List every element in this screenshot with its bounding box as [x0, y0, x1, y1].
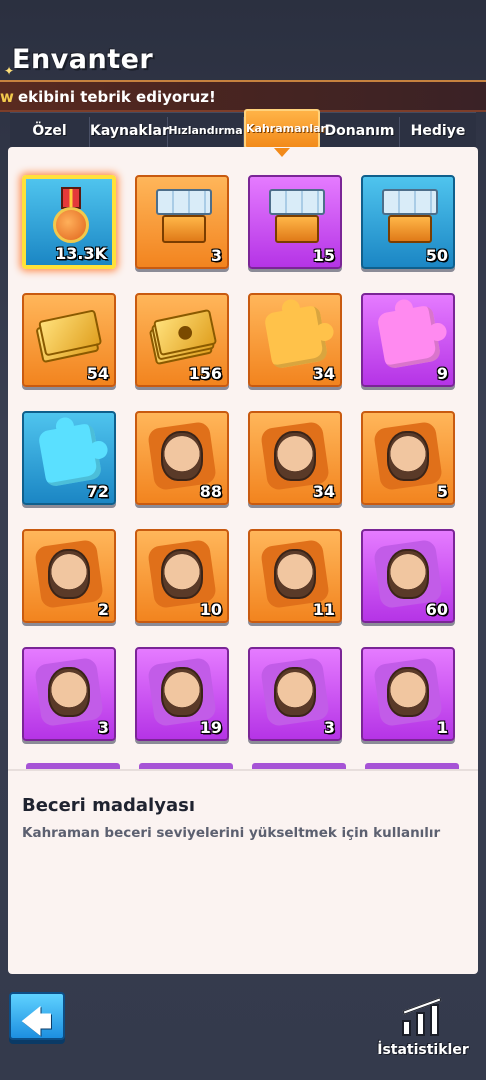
item-count: 54 [86, 364, 109, 383]
inventory-item[interactable]: 9 [361, 293, 455, 387]
back-button[interactable]: 🡄 [9, 992, 65, 1040]
hero-portrait-icon [274, 431, 316, 481]
tab-hizlandirma[interactable]: Hızlandırma [168, 117, 244, 147]
inventory-item[interactable]: ● 156 [135, 293, 229, 387]
tab-kahramanlar[interactable]: Kahramanlar [244, 109, 326, 149]
inventory-item[interactable]: 10 [135, 529, 229, 623]
inventory-item[interactable]: 50 [361, 175, 455, 269]
page-title: Envanter [12, 44, 154, 75]
inventory-item[interactable]: 60 [361, 529, 455, 623]
inventory-item[interactable]: 72 [22, 411, 116, 505]
hero-portrait-icon [48, 667, 90, 717]
hero-portrait-icon [274, 549, 316, 599]
statistics-label: İstatistikler [377, 1042, 469, 1058]
item-detail-description: Kahraman beceri seviyelerini yükseltmek … [22, 825, 441, 841]
puzzle-piece-icon [37, 422, 103, 488]
congrats-banner: w ekibini tebrik ediyoruz! [0, 80, 486, 112]
item-count: 50 [425, 246, 448, 265]
tab-bar: Özel Kaynaklar Hızlandırma Kahramanlar D… [10, 109, 476, 149]
item-count: 5 [436, 482, 448, 501]
item-count: 3 [323, 718, 335, 737]
item-grid[interactable]: 13.3K 3 15 50 54 ● 156 34 9 72 88 34 5 2 10 11 60 3 19 3 1 [8, 147, 478, 767]
hero-portrait-icon [274, 667, 316, 717]
item-count: 60 [425, 600, 448, 619]
item-count: 19 [199, 718, 222, 737]
item-count: 72 [86, 482, 109, 501]
inventory-item[interactable]: 34 [248, 411, 342, 505]
inventory-item[interactable]: 11 [248, 529, 342, 623]
hero-portrait-icon [161, 667, 203, 717]
back-arrow-icon: 🡄 [21, 1005, 52, 1040]
item-count: 34 [312, 482, 335, 501]
exp-chest-icon [267, 189, 327, 245]
hero-portrait-icon [387, 667, 429, 717]
inventory-screen: ✦ Envanter w ekibini tebrik ediyoruz! Öz… [0, 0, 486, 1080]
inventory-item[interactable]: 5 [361, 411, 455, 505]
active-tab-pointer-icon [274, 148, 290, 157]
item-count: 3 [97, 718, 109, 737]
hero-portrait-icon [161, 431, 203, 481]
item-count: 1 [436, 718, 448, 737]
item-count: 15 [312, 246, 335, 265]
medal-icon [53, 187, 89, 247]
item-count: 3 [210, 246, 222, 265]
inventory-item[interactable]: 19 [135, 647, 229, 741]
tab-ozel[interactable]: Özel [10, 117, 90, 147]
exp-chest-icon [380, 189, 440, 245]
inventory-item[interactable]: 54 [22, 293, 116, 387]
puzzle-piece-icon [263, 304, 329, 370]
banner-text: ekibini tebrik ediyoruz! [18, 88, 216, 106]
item-count: 9 [436, 364, 448, 383]
inventory-panel: 13.3K 3 15 50 54 ● 156 34 9 72 88 34 5 2 10 11 60 3 19 3 1 B… [8, 147, 478, 974]
divider [8, 769, 478, 771]
header: ✦ Envanter [0, 40, 486, 80]
item-count: 2 [97, 600, 109, 619]
inventory-item[interactable]: 1 [361, 647, 455, 741]
item-count: 88 [199, 482, 222, 501]
item-count: 34 [312, 364, 335, 383]
hero-portrait-icon [161, 549, 203, 599]
inventory-item[interactable]: 3 [135, 175, 229, 269]
inventory-item[interactable]: 3 [22, 647, 116, 741]
item-count: 11 [312, 600, 335, 619]
item-count: 10 [199, 600, 222, 619]
hero-portrait-icon [387, 549, 429, 599]
inventory-item[interactable]: 88 [135, 411, 229, 505]
inventory-item[interactable]: 13.3K [22, 175, 116, 269]
inventory-item[interactable]: 15 [248, 175, 342, 269]
gold-card-icon [34, 309, 106, 365]
exp-chest-icon [154, 189, 214, 245]
inventory-item[interactable]: 3 [248, 647, 342, 741]
banner-prefix: w [0, 88, 14, 106]
hero-portrait-icon [387, 431, 429, 481]
item-count: 156 [188, 364, 222, 383]
statistics-icon [402, 997, 442, 1036]
inventory-item[interactable]: 2 [22, 529, 116, 623]
item-count: 13.3K [55, 244, 107, 263]
statistics-button[interactable]: İstatistikler [368, 997, 478, 1064]
tab-hediye[interactable]: Hediye [400, 117, 476, 147]
inventory-item[interactable]: 34 [248, 293, 342, 387]
hero-portrait-icon [48, 549, 90, 599]
puzzle-piece-icon [376, 304, 442, 370]
tab-donanim[interactable]: Donanım [320, 117, 400, 147]
paw-card-icon: ● [147, 308, 219, 366]
tab-kaynaklar[interactable]: Kaynaklar [90, 117, 169, 147]
item-detail-title: Beceri madalyası [22, 795, 195, 816]
